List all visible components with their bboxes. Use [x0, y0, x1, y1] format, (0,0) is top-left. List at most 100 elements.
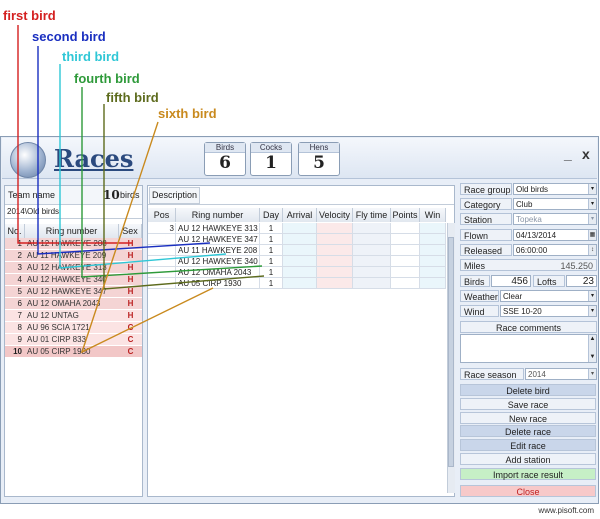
table-row[interactable]: 5 AU 12 HAWKEYE 347 H [5, 286, 142, 298]
team-subtitle: 2014\Old birds [5, 205, 142, 219]
category-value: Club [516, 200, 533, 209]
col-points[interactable]: Points [391, 208, 420, 222]
released-value: 06:00:00 [516, 246, 548, 255]
minimize-button[interactable]: _ [564, 146, 572, 162]
team-bird-count: 10 [103, 188, 120, 202]
race-row-empty-cell [391, 267, 420, 278]
row-ring-number: AU 12 HAWKEYE 313 [27, 263, 107, 272]
edit-race-button[interactable]: Edit race [460, 439, 596, 451]
table-row[interactable]: AU 12 HAWKEYE 340 1 [148, 256, 446, 267]
hens-counter: Hens 5 [298, 142, 340, 176]
lofts-field[interactable]: 23 [566, 275, 597, 287]
race-group-label: Race group [460, 183, 512, 195]
col-fly-time[interactable]: Fly time [353, 208, 391, 222]
race-row-pos [148, 234, 176, 245]
table-row[interactable]: 4 AU 12 HAWKEYE 340 H [5, 274, 142, 286]
col-pos[interactable]: Pos [148, 208, 176, 222]
col-no[interactable]: No. [5, 224, 25, 238]
close-window-button[interactable]: x [582, 146, 590, 162]
delete-bird-button[interactable]: Delete bird [460, 384, 596, 396]
col-win[interactable]: Win [420, 208, 446, 222]
miles-label: Miles [464, 261, 486, 271]
wind-select[interactable]: SSE 10-20 ▾ [500, 305, 597, 317]
chevron-down-icon[interactable]: ▾ [588, 291, 596, 301]
birds-counter: Birds 6 [204, 142, 246, 176]
table-row[interactable]: AU 12 HAWKEYE 347 1 [148, 234, 446, 245]
table-row[interactable]: 3 AU 12 HAWKEYE 313 H [5, 262, 142, 274]
race-scrollbar[interactable] [447, 223, 455, 493]
row-sex: H [127, 239, 134, 248]
race-season-select[interactable]: 2014 ▾ [525, 368, 597, 380]
station-select[interactable]: Topeka ▾ [513, 213, 597, 225]
chevron-down-icon[interactable]: ▾ [588, 199, 596, 209]
table-row[interactable]: AU 11 HAWKEYE 208 1 [148, 245, 446, 256]
import-race-result-button[interactable]: Import race result [460, 468, 596, 480]
flown-date-field[interactable]: 04/13/2014 ▦ [513, 229, 597, 241]
annotation-first-bird: first bird [3, 8, 56, 23]
table-row[interactable]: AU 12 OMAHA 2043 1 [148, 267, 446, 278]
close-button[interactable]: Close [460, 485, 596, 497]
col-sex[interactable]: Sex [119, 224, 142, 238]
spinner-icon[interactable]: ↕ [588, 245, 596, 255]
row-ring-number: AU 11 HAWKEYE 209 [27, 251, 107, 260]
race-row-empty-cell [353, 223, 391, 234]
row-sex: H [127, 275, 134, 284]
race-comments-textarea[interactable]: ▲ ▼ [460, 334, 597, 363]
race-row-empty-cell [283, 245, 317, 256]
calendar-icon[interactable]: ▦ [588, 230, 596, 240]
race-panel: Description Pos Ring number Day Arrival … [147, 185, 455, 497]
table-row[interactable]: 3 AU 12 HAWKEYE 313 1 [148, 223, 446, 234]
table-row[interactable]: 1 AU 12 HAWKEYE 208 H [5, 238, 142, 250]
race-row-empty-cell [317, 223, 353, 234]
annotation-third-bird: third bird [62, 49, 120, 64]
row-ring-number: AU 12 HAWKEYE 208 [27, 239, 107, 248]
table-row[interactable]: 7 AU 12 UNTAG H [5, 310, 142, 322]
chevron-down-icon[interactable]: ▾ [588, 214, 596, 224]
wind-label: Wind [460, 305, 499, 317]
col-velocity[interactable]: Velocity [317, 208, 353, 222]
birds-label: Birds [460, 275, 490, 287]
col-ring-number[interactable]: Ring number [25, 224, 119, 238]
race-row-empty-cell [420, 234, 446, 245]
col-day[interactable]: Day [260, 208, 283, 222]
race-row-ring: AU 12 HAWKEYE 313 [176, 223, 260, 234]
race-group-select[interactable]: Old birds ▾ [513, 183, 597, 195]
released-time-field[interactable]: 06:00:00 ↕ [513, 244, 597, 256]
description-row: Description [148, 186, 454, 205]
team-table-header: No. Ring number Sex [5, 224, 142, 238]
table-row[interactable]: AU 05 CIRP 1930 1 [148, 278, 446, 289]
table-row[interactable]: 6 AU 12 OMAHA 2043 H [5, 298, 142, 310]
chevron-down-icon[interactable]: ▾ [588, 369, 596, 379]
comments-scrollbar[interactable]: ▲ ▼ [588, 335, 596, 362]
annotation-sixth-bird: sixth bird [158, 106, 217, 121]
col-race-ring-number[interactable]: Ring number [176, 208, 260, 222]
table-row[interactable]: 8 AU 96 SCIA 1721 C [5, 322, 142, 334]
delete-race-button[interactable]: Delete race [460, 425, 596, 437]
footer-url: www.pisoft.com [538, 506, 594, 515]
race-row-pos: 3 [148, 223, 176, 234]
chevron-down-icon[interactable]: ▾ [588, 184, 596, 194]
race-scrollbar-thumb[interactable] [448, 237, 454, 467]
race-row-ring: AU 12 HAWKEYE 340 [176, 256, 260, 267]
race-row-pos [148, 245, 176, 256]
new-race-button[interactable]: New race [460, 412, 596, 424]
row-number: 4 [17, 275, 22, 284]
chevron-down-icon[interactable]: ▾ [588, 306, 596, 316]
birds-field[interactable]: 456 [491, 275, 531, 287]
row-sex: H [127, 263, 134, 272]
col-arrival[interactable]: Arrival [283, 208, 317, 222]
race-row-ring: AU 11 HAWKEYE 208 [176, 245, 260, 256]
table-row[interactable]: 10 AU 05 CIRP 1930 C [5, 346, 142, 358]
weather-select[interactable]: Clear ▾ [500, 290, 597, 302]
add-station-button[interactable]: Add station [460, 453, 596, 465]
category-select[interactable]: Club ▾ [513, 198, 597, 210]
race-row-empty-cell [317, 278, 353, 289]
race-season-label: Race season [460, 368, 524, 380]
table-row[interactable]: 9 AU 01 CIRP 833 C [5, 334, 142, 346]
race-row-empty-cell [317, 234, 353, 245]
title-bar: Races Birds 6 Cocks 1 Hens 5 _ x [2, 138, 597, 179]
race-season-value: 2014 [528, 370, 546, 379]
table-row[interactable]: 2 AU 11 HAWKEYE 209 H [5, 250, 142, 262]
save-race-button[interactable]: Save race [460, 398, 596, 410]
row-sex: H [127, 311, 134, 320]
